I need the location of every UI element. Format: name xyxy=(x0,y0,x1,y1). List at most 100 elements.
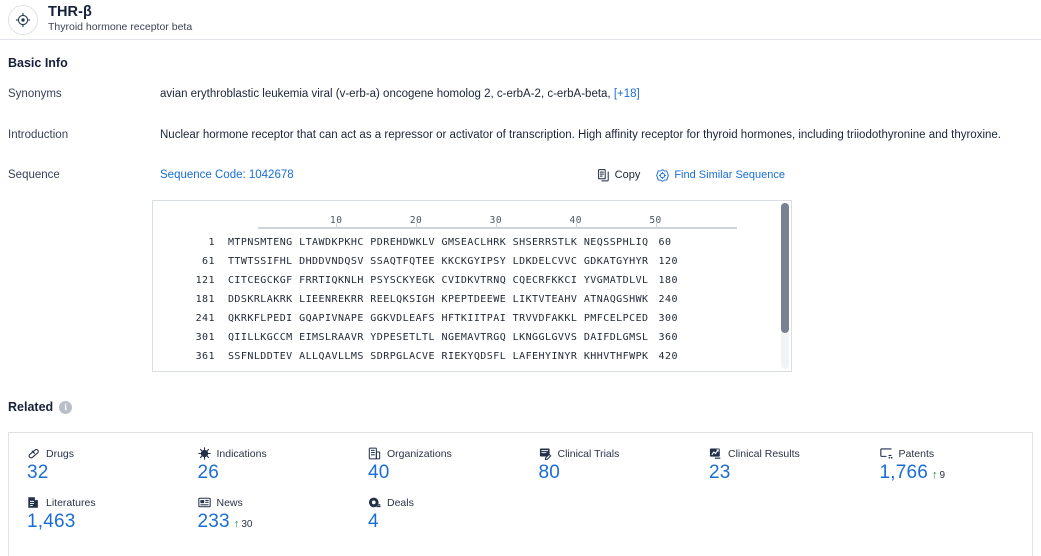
sequence-line-end: 360 xyxy=(658,332,678,343)
stat-label: Deals xyxy=(387,496,414,509)
related-heading-row: Related i xyxy=(8,400,73,414)
sequence-line: 181 DDSKRLAKRK LIEENREKRR REELQKSIGH KPE… xyxy=(153,290,791,309)
sequence-line-residues: QKRKFLPEDI GQAPIVNAPE GGKVDLEAFS HFTKIIT… xyxy=(215,313,649,324)
stat-delta-value: 9 xyxy=(939,470,946,481)
synonyms-label: Synonyms xyxy=(8,88,62,100)
sequence-line-start: 361 xyxy=(195,351,215,362)
find-similar-label: Find Similar Sequence xyxy=(674,169,785,181)
stat-label-row: News xyxy=(197,496,351,509)
sequence-line-start: 181 xyxy=(195,294,215,305)
header-text-block: THR-β Thyroid hormone receptor beta xyxy=(48,4,193,34)
copy-icon xyxy=(597,168,610,182)
sequence-line-residues: MTPNSMTENG LTAWDKPKHC PDREHDWKLV GMSEACL… xyxy=(215,237,649,248)
synonyms-row: Synonyms avian erythroblastic leukemia v… xyxy=(8,87,1033,101)
stat-label-row: Organizations xyxy=(368,447,521,460)
stat-label: Literatures xyxy=(46,496,96,509)
clinical-result-icon xyxy=(709,447,722,460)
sequence-line: 121 CITCEGCKGF FRRTIQKNLH PSYSCKYEGK CVI… xyxy=(153,271,791,290)
stat-value-row: 23 xyxy=(709,462,862,484)
introduction-row: Introduction Nuclear hormone receptor th… xyxy=(8,128,1033,142)
sequence-line: 61 TTWTSSIFHL DHDDVNDQSV SSAQTFQTEE KKCK… xyxy=(153,252,791,271)
clinical-trial-icon xyxy=(539,447,552,460)
ruler-label: 30 xyxy=(489,215,503,226)
stat-cell-indications[interactable]: Indications 26 xyxy=(180,447,351,484)
stat-value-row: 40 xyxy=(368,462,521,484)
sequence-label: Sequence xyxy=(8,169,60,181)
copy-button[interactable]: Copy xyxy=(597,168,641,182)
stat-delta-value: 30 xyxy=(241,519,253,530)
synonyms-more-link[interactable]: [+18] xyxy=(614,88,640,100)
sequence-line-end: 420 xyxy=(658,351,678,362)
stat-value-row: 233 ↑ 30 xyxy=(198,511,351,533)
sequence-line-residues: TTWTSSIFHL DHDDVNDQSV SSAQTFQTEE KKCKGYI… xyxy=(215,256,649,267)
stat-value-row: 4 xyxy=(368,511,521,533)
pill-icon xyxy=(27,447,40,460)
synonyms-value-wrap: avian erythroblastic leukemia viral (v-e… xyxy=(160,87,1033,101)
stat-cell-literatures[interactable]: Literatures 1,463 xyxy=(9,496,180,533)
stat-value: 4 xyxy=(368,511,379,532)
stat-value: 32 xyxy=(27,462,49,483)
stat-label-row: Patents xyxy=(879,447,1033,460)
info-icon[interactable]: i xyxy=(59,400,73,414)
literature-icon xyxy=(27,496,40,509)
sequence-line-residues: DDSKRLAKRK LIEENREKRR REELQKSIGH KPEPTDE… xyxy=(215,294,649,305)
stat-label: News xyxy=(216,496,243,509)
stat-cell-patents[interactable]: Patents 1,766 ↑ 9 xyxy=(862,447,1033,484)
basic-info-section: Basic Info Synonyms avian erythroblastic… xyxy=(0,56,1041,182)
stat-cell-news[interactable]: News 233 ↑ 30 xyxy=(180,496,351,533)
stat-label: Indications xyxy=(216,447,267,460)
stat-cell-drugs[interactable]: Drugs 32 xyxy=(9,447,180,484)
related-stats-card: Drugs 32 Indications 26 Organizations 40 Clini… xyxy=(8,432,1033,556)
stat-label-row: Indications xyxy=(197,447,351,460)
sequence-viewer[interactable]: 10 20 30 40 50 1 MTPNSMTENG LTAWDKPKHC PDREH… xyxy=(152,200,792,372)
basic-info-heading: Basic Info xyxy=(8,56,68,70)
sequence-line-start: 241 xyxy=(195,313,215,324)
stat-value: 1,766 xyxy=(879,462,929,483)
stat-value-row: 32 xyxy=(27,462,180,484)
sequence-line-start: 121 xyxy=(195,275,215,286)
stat-cell-clinical-results[interactable]: Clinical Results 23 xyxy=(691,447,862,484)
stat-label-row: Deals xyxy=(368,496,521,509)
stat-value: 80 xyxy=(538,462,561,483)
stat-cell-clinical-trials[interactable]: Clinical Trials 80 xyxy=(521,447,692,484)
related-title: Related xyxy=(8,400,54,414)
sequence-scrollbar-thumb[interactable] xyxy=(781,203,789,333)
ruler-label: 20 xyxy=(409,215,423,226)
sequence-line: 241 QKRKFLPEDI GQAPIVNAPE GGKVDLEAFS HFT… xyxy=(153,309,791,328)
sequence-line-start: 301 xyxy=(195,332,215,343)
page-header: THR-β Thyroid hormone receptor beta xyxy=(0,0,1041,40)
sequence-line-residues: CITCEGCKGF FRRTIQKNLH PSYSCKYEGK CVIDKVT… xyxy=(215,275,649,286)
stat-delta: ↑ 9 xyxy=(932,470,946,482)
stat-value-row: 1,766 ↑ 9 xyxy=(880,462,1033,484)
news-icon xyxy=(197,496,211,509)
sequence-row: Sequence Sequence Code: 1042678 Copy Fin… xyxy=(8,168,1033,182)
copy-label: Copy xyxy=(614,169,641,181)
sequence-line-end: 180 xyxy=(658,275,678,286)
stat-value: 1,463 xyxy=(27,511,76,532)
find-similar-sequence-button[interactable]: Find Similar Sequence xyxy=(656,168,785,182)
sequence-line-start: 1 xyxy=(208,237,215,248)
stat-value: 233 xyxy=(197,511,230,532)
page-subtitle: Thyroid hormone receptor beta xyxy=(48,21,193,34)
sequence-ruler: 10 20 30 40 50 xyxy=(258,211,737,233)
stat-cell-deals[interactable]: Deals 4 xyxy=(350,496,521,533)
stat-value: 23 xyxy=(709,462,731,483)
sequence-lines: 1 MTPNSMTENG LTAWDKPKHC PDREHDWKLV GMSEA… xyxy=(153,233,791,366)
sequence-line-end: 240 xyxy=(658,294,678,305)
sequence-line-start: 61 xyxy=(202,256,215,267)
organization-icon xyxy=(368,447,381,460)
sequence-code-link[interactable]: Sequence Code: 1042678 xyxy=(160,168,294,182)
stat-label: Patents xyxy=(898,447,935,460)
ruler-label: 50 xyxy=(649,215,662,226)
ruler-line xyxy=(258,227,737,229)
stat-label: Organizations xyxy=(387,447,452,460)
find-similar-icon xyxy=(656,168,670,182)
sequence-line: 1 MTPNSMTENG LTAWDKPKHC PDREHDWKLV GMSEA… xyxy=(153,233,791,252)
sequence-actions: Copy Find Similar Sequence xyxy=(597,168,1033,182)
sequence-line-end: 120 xyxy=(658,256,678,267)
stat-label: Drugs xyxy=(46,447,75,460)
ruler-label: 40 xyxy=(569,215,582,226)
stat-label: Clinical Trials xyxy=(557,447,620,460)
sequence-line: 361 SSFNLDDTEV ALLQAVLLMS SDRPGLACVE RIE… xyxy=(153,347,791,366)
stat-cell-organizations[interactable]: Organizations 40 xyxy=(350,447,521,484)
